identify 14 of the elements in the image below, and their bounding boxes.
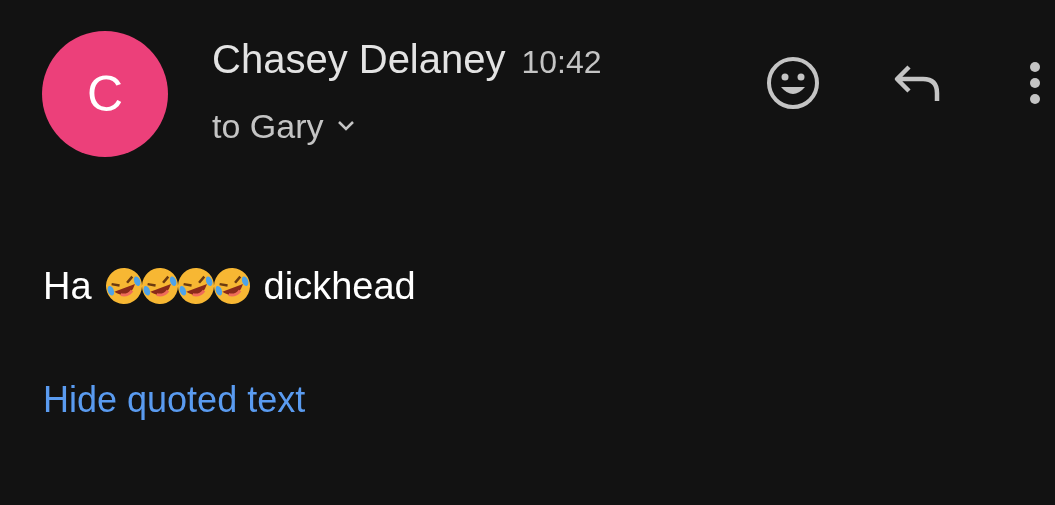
hide-quoted-text-link[interactable]: Hide quoted text [43,379,306,420]
avatar: C [42,31,168,157]
chevron-down-icon[interactable] [337,120,356,132]
sender-name: Chasey Delaney [212,36,506,83]
laughing-face-icon [175,266,216,306]
emoji-reaction-icon[interactable] [765,55,821,111]
recipient-text[interactable]: to Gary [212,106,324,146]
message-text: Ha [43,264,92,309]
laughing-face-icon [139,266,180,306]
more-options-icon[interactable] [1029,61,1041,105]
laughing-face-icon [103,266,144,306]
time: 10:42 [521,43,602,82]
message-text: dickhead [263,264,416,309]
laughing-face-icon [211,266,252,306]
